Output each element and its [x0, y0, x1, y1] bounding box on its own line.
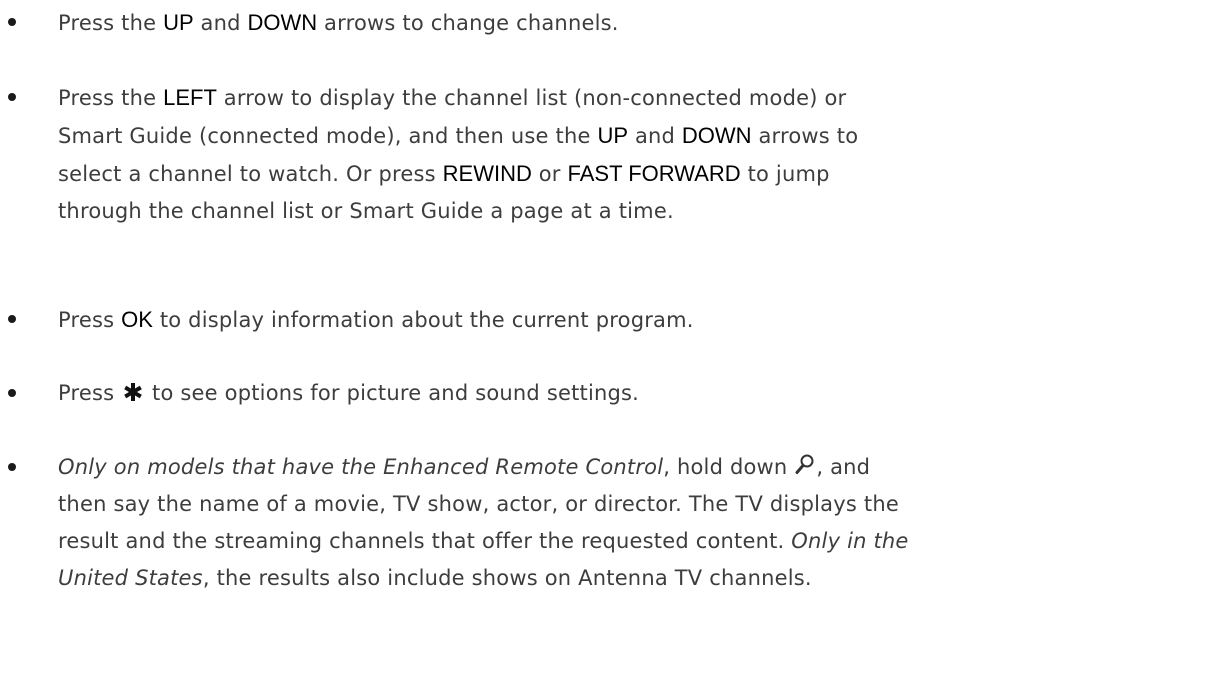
bullet-icon [8, 389, 16, 397]
body-text: , and [816, 455, 871, 479]
emphasis-text: Only in the [791, 529, 909, 553]
bullet-icon [8, 315, 16, 323]
remote-key-label: DOWN [681, 123, 752, 148]
body-text: through the channel list or Smart Guide … [58, 199, 674, 223]
list-item: Press to see options for picture and sou… [8, 375, 1178, 412]
star-icon [123, 377, 143, 401]
body-text: or [531, 162, 568, 186]
body-text: arrows to change channels. [317, 11, 619, 35]
body-text: select a channel to watch. Or press [58, 162, 443, 186]
remote-key-label: UP [597, 123, 629, 148]
remote-key-label: UP [163, 10, 194, 35]
text-line: Press the UP and DOWN arrows to change c… [58, 4, 1178, 42]
remote-key-label: REWIND [442, 161, 532, 186]
text-line: Press to see options for picture and sou… [58, 375, 1178, 412]
body-text: result and the streaming channels that o… [58, 529, 792, 553]
body-text: then say the name of a movie, TV show, a… [58, 492, 899, 516]
remote-key-label: DOWN [247, 10, 318, 35]
list-item: Press the UP and DOWN arrows to change c… [8, 4, 1178, 42]
list-item: Only on models that have the Enhanced Re… [8, 449, 1178, 597]
body-text: and [628, 124, 682, 148]
remote-key-label: LEFT [163, 85, 217, 110]
text-line: Press OK to display information about th… [58, 301, 1178, 339]
document-body: Press the UP and DOWN arrows to change c… [0, 0, 1205, 675]
emphasis-text: United States [58, 566, 203, 590]
text-line: through the channel list or Smart Guide … [58, 193, 1178, 230]
bullet-icon [8, 463, 16, 471]
body-text: to display information about the current… [152, 308, 694, 332]
body-text: to jump [740, 162, 830, 186]
text-line: Only on models that have the Enhanced Re… [58, 449, 1178, 486]
text-line: result and the streaming channels that o… [58, 523, 1178, 560]
text-line: then say the name of a movie, TV show, a… [58, 486, 1178, 523]
body-text: arrows to [751, 124, 859, 148]
text-line: select a channel to watch. Or press REWI… [58, 155, 1178, 193]
body-text: Press [58, 308, 122, 332]
body-text: Press the [58, 11, 164, 35]
body-text: , the results also include shows on Ante… [202, 566, 812, 590]
body-text: , hold down [663, 455, 795, 479]
body-text: Press the [58, 86, 164, 110]
bullet-icon [8, 93, 16, 101]
body-text: to see options for picture and sound set… [145, 381, 640, 405]
list-item: Press OK to display information about th… [8, 301, 1178, 339]
remote-key-label: FAST FORWARD [567, 161, 741, 186]
body-text: Press [58, 381, 122, 405]
body-text: Smart Guide (connected mode), and then u… [58, 124, 598, 148]
body-text: arrow to display the channel list (non-c… [216, 86, 847, 110]
body-text: and [193, 11, 248, 35]
text-line: United States, the results also include … [58, 560, 1178, 597]
bullet-icon [8, 18, 16, 26]
remote-key-label: OK [121, 307, 153, 332]
emphasis-text: Only on models that have the Enhanced Re… [58, 455, 664, 479]
list-item: Press the LEFT arrow to display the chan… [8, 79, 1178, 230]
text-line: Press the LEFT arrow to display the chan… [58, 79, 1178, 117]
search-icon [795, 450, 815, 474]
text-line: Smart Guide (connected mode), and then u… [58, 117, 1178, 155]
